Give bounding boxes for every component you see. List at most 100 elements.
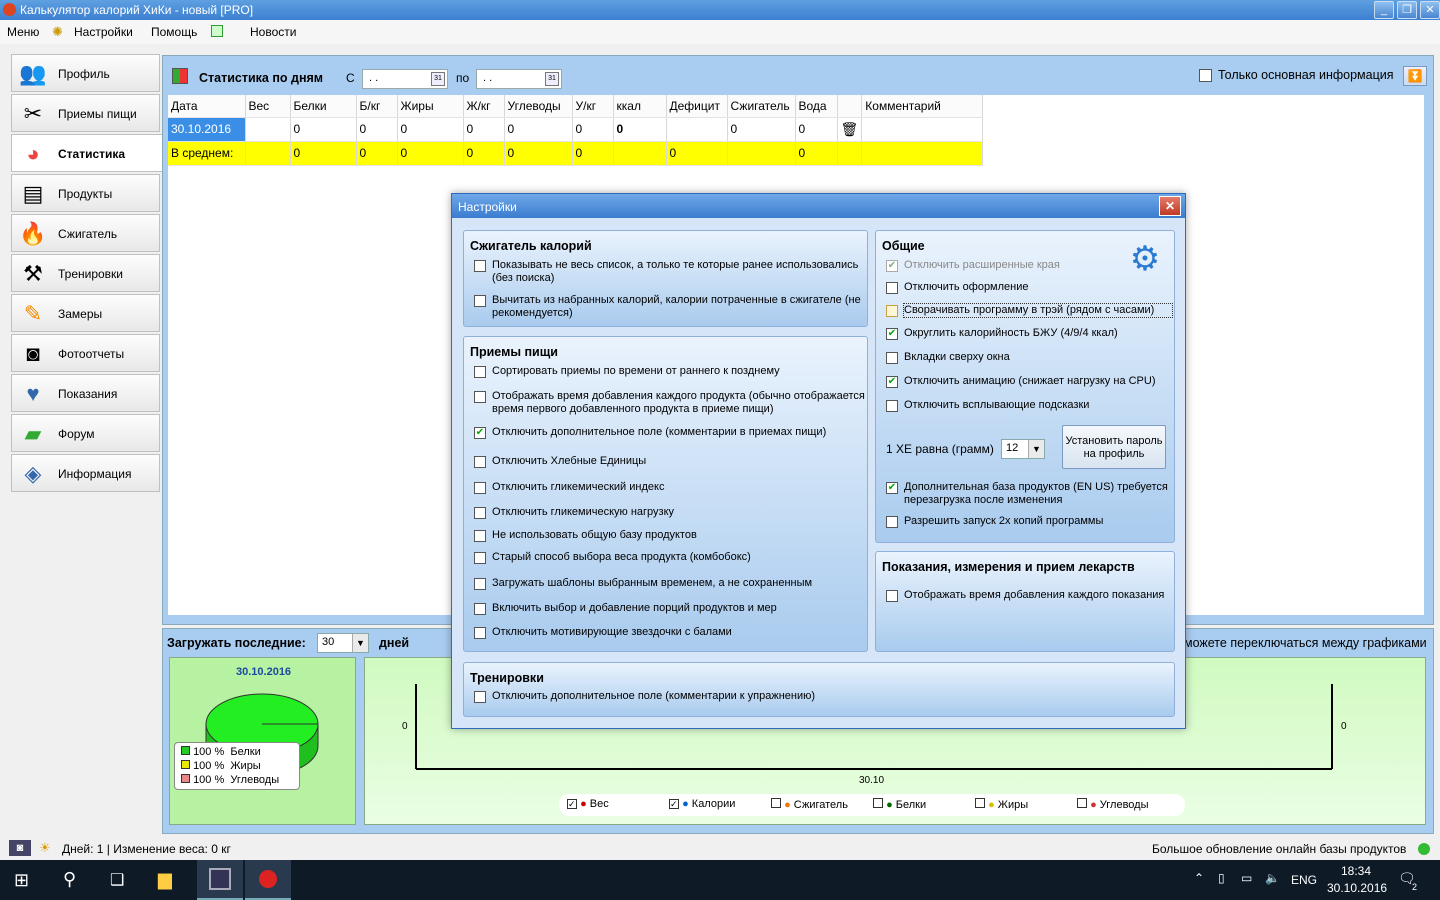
column-header[interactable]: Вода [795,95,838,118]
usb-icon[interactable]: ▯ [1218,871,1225,885]
row-date[interactable]: 30.10.2016 [168,117,246,142]
option-checkbox[interactable]: Отключить Хлебные Единицы [474,455,866,468]
checkbox-box[interactable] [474,260,486,272]
taskbar-app-calorie-calculator[interactable] [245,860,291,900]
file-explorer-icon[interactable]: ▆ [158,869,172,890]
column-header[interactable]: Углеводы [504,95,573,118]
sidebar-item-information[interactable]: ◈ Информация [11,454,160,492]
option-checkbox[interactable]: ✔ Округлить калорийность БЖУ (4/9/4 ккал) [886,327,1172,340]
clock-time[interactable]: 18:34 [1341,864,1371,878]
column-header[interactable]: Вес [245,95,291,118]
option-checkbox[interactable]: Отключить дополнительное поле (комментар… [474,690,1164,703]
option-checkbox[interactable]: Отключить оформление [886,281,1172,294]
cell[interactable]: 0 [504,117,573,142]
xe-select[interactable]: 12 ▼ [1001,439,1045,459]
series-toggle-calories[interactable]: ✓ ● Калории [669,798,735,810]
menu-item-help[interactable]: Помощь [151,25,197,39]
calendar-icon[interactable]: 31 [545,72,559,86]
option-checkbox[interactable]: Сворачивать программу в трэй (рядом с ча… [886,303,1173,318]
option-checkbox[interactable]: Старый способ выбора веса продукта (комб… [474,551,866,564]
cell[interactable]: 0 [795,117,838,142]
option-checkbox[interactable]: Отключить всплывающие подсказки [886,399,1172,412]
series-toggle-fats[interactable]: ● Жиры [975,798,1028,811]
language-indicator[interactable]: ENG [1291,873,1317,887]
series-toggle-weight[interactable]: ✓ ● Вес [567,798,609,810]
cell[interactable]: 0 [463,117,505,142]
menu-item-settings[interactable]: Настройки [74,25,133,39]
search-icon[interactable]: ⚲ [63,869,76,890]
calendar-icon[interactable]: 31 [431,72,445,86]
column-header[interactable]: Дата [168,95,246,118]
column-header[interactable]: Белки [290,95,357,118]
sidebar-item-workouts[interactable]: ⚒ Тренировки [11,254,160,292]
sidebar-item-readings[interactable]: ♥ Показания [11,374,160,412]
option-checkbox[interactable]: Вычитать из набранных калорий, калории п… [474,294,866,320]
task-view-icon[interactable]: ❑ [110,870,124,890]
column-header[interactable]: Сжигатель [727,95,796,118]
menu-item-news[interactable]: Новости [250,25,296,39]
sidebar-item-measurements[interactable]: ✎ Замеры [11,294,160,332]
cell[interactable] [861,117,984,142]
option-checkbox[interactable]: Отключить гликемический индекс [474,481,866,494]
checkbox-box[interactable] [474,295,486,307]
cell[interactable] [666,117,728,142]
sidebar-item-meals[interactable]: ✂ Приемы пищи [11,94,160,132]
dialog-close-button[interactable]: ✕ [1159,196,1181,216]
cell[interactable] [245,117,291,142]
cell[interactable]: 0 [572,117,614,142]
sidebar-item-profile[interactable]: 👥 Профиль [11,54,160,92]
series-toggle-burner[interactable]: ● Сжигатель [771,798,848,811]
option-checkbox[interactable]: Не использовать общую базу продуктов [474,529,866,542]
option-checkbox[interactable]: Сортировать приемы по времени от раннего… [474,365,866,378]
minimize-button[interactable]: _ [1374,1,1394,19]
chevron-up-icon[interactable]: ⌃ [1194,871,1204,885]
status-right-text[interactable]: Большое обновление онлайн базы продуктов [1152,842,1406,856]
option-checkbox[interactable]: ✔ Дополнительная база продуктов (EN US) т… [886,481,1172,507]
option-checkbox[interactable]: ✔ Отключить анимацию (снижает нагрузку на… [886,375,1172,388]
option-checkbox[interactable]: Разрешить запуск 2х копий программы [886,515,1172,528]
table-row[interactable]: 30.10.2016 0 0 0 0 0 0 0 0 0 🗑 [168,117,984,142]
only-main-info-checkbox[interactable] [1199,69,1212,82]
date-from-input[interactable]: . . 31 [362,69,448,89]
column-header[interactable]: Жиры [397,95,464,118]
clock-date[interactable]: 30.10.2016 [1327,881,1387,895]
option-checkbox[interactable]: Отображать время добавления каждого прод… [474,390,866,416]
cell[interactable]: 0 [397,117,464,142]
sidebar-item-photo-reports[interactable]: ◙ Фотоотчеты [11,334,160,372]
date-to-input[interactable]: . . 31 [476,69,562,89]
cell[interactable]: 0 [290,117,357,142]
option-checkbox[interactable]: ✔ Отключить дополнительное поле (коммента… [474,426,866,439]
option-checkbox[interactable]: Отображать время добавления каждого пока… [886,589,1172,602]
volume-icon[interactable]: 🔈 [1265,871,1280,885]
maximize-button[interactable]: ❐ [1397,1,1417,19]
option-checkbox[interactable]: Отключить мотивирующие звездочки с балам… [474,626,866,639]
load-days-select[interactable]: 30 ▼ [317,633,369,653]
column-header[interactable]: У/кг [572,95,614,118]
column-header[interactable]: Б/кг [356,95,398,118]
network-icon[interactable]: ▭ [1241,871,1252,885]
camera-icon[interactable]: ◙ [9,840,31,856]
option-checkbox[interactable]: Вкладки сверху окна [886,351,1172,364]
column-header[interactable]: Комментарий [861,95,984,118]
sidebar-item-burner[interactable]: 🔥 Сжигатель [11,214,160,252]
cell[interactable]: 0 [727,117,796,142]
sidebar-item-forum[interactable]: ▰ Форум [11,414,160,452]
column-header[interactable]: Ж/кг [463,95,505,118]
option-checkbox[interactable]: ✔ Отключить расширенные края [886,259,1126,272]
column-header[interactable]: Дефицит [666,95,728,118]
series-toggle-proteins[interactable]: ● Белки [873,798,926,811]
cell[interactable]: 0 [613,117,667,142]
filter-icon[interactable]: ⏬ [1403,66,1427,86]
taskbar-app-save[interactable] [197,860,243,900]
delete-trash-icon[interactable]: 🗑 [837,117,863,142]
windows-start-icon[interactable]: ⊞ [14,870,29,891]
sidebar-item-statistics[interactable]: ◕ Статистика [11,134,163,172]
option-checkbox[interactable]: Загружать шаблоны выбранным временем, а … [474,577,866,590]
option-checkbox[interactable]: Включить выбор и добавление порций проду… [474,602,866,615]
close-window-button[interactable]: ✕ [1420,1,1440,19]
menu-item-menu[interactable]: Меню [7,25,39,39]
option-checkbox[interactable]: Показывать не весь список, а только те к… [474,259,866,285]
cell[interactable]: 0 [356,117,398,142]
sidebar-item-products[interactable]: ▤ Продукты [11,174,160,212]
set-profile-password-button[interactable]: Установить пароль на профиль [1062,425,1166,469]
